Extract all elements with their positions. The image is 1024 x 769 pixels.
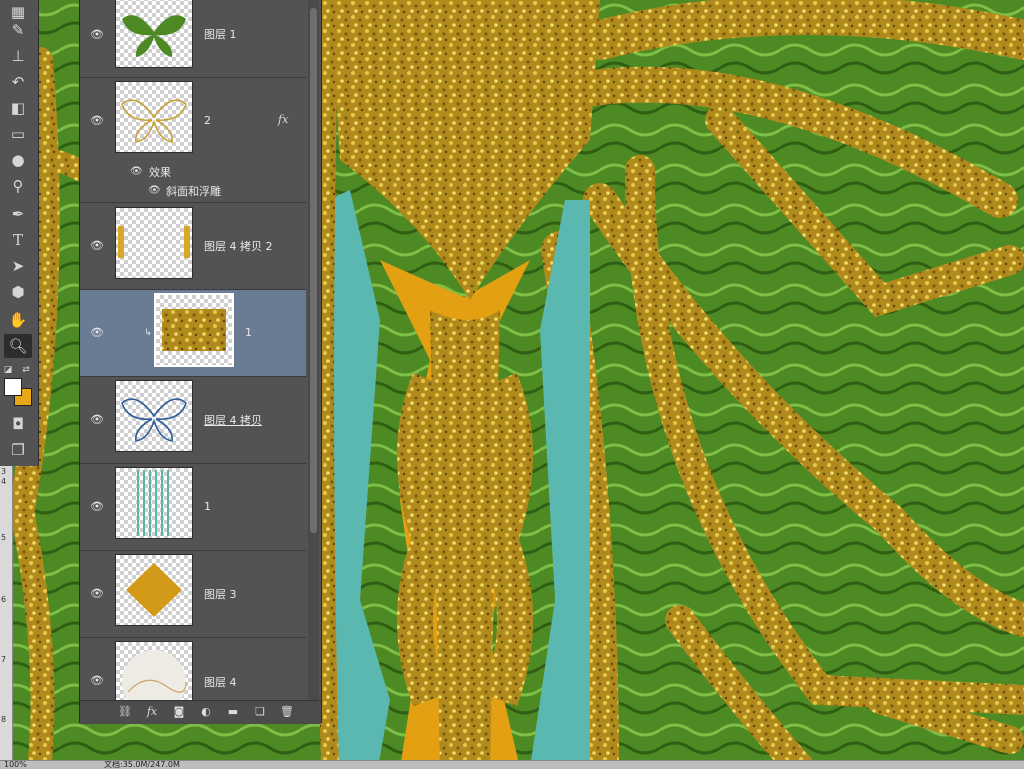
type-icon[interactable]: T — [4, 228, 32, 252]
visibility-eye-icon[interactable]: 👁︎ — [90, 413, 104, 427]
visibility-eye-icon[interactable]: 👁︎ — [90, 674, 104, 688]
layer-thumbnail — [115, 0, 193, 68]
layers-scrollbar[interactable] — [308, 0, 319, 700]
path-select-icon[interactable]: ➤ — [4, 254, 32, 278]
zoom-icon[interactable]: 🔍︎ — [4, 334, 32, 358]
layer-name[interactable]: 图层 4 拷贝 2 — [204, 238, 273, 254]
bevel-eye-icon[interactable]: 👁︎ — [148, 185, 161, 197]
foreground-color-swatch[interactable] — [4, 378, 22, 396]
layer-row[interactable]: 👁︎ 图层 4 拷贝 2 — [80, 203, 306, 290]
tools-panel: ▦ ✎ ⊥ ↶ ◧ ▭ ● ⚲ ✒ T ➤ ⬢ ✋ 🔍︎ ◪ ⇄ ◘ ❐ — [0, 0, 39, 466]
swap-colors-icon[interactable]: ⇄ — [20, 364, 32, 376]
visibility-eye-icon[interactable]: 👁︎ — [90, 500, 104, 514]
layer-name[interactable]: 1 — [245, 326, 252, 339]
layer-row[interactable]: 👁︎ 2 fx 👁︎ 效果 👁︎ 斜面和浮雕 — [80, 78, 306, 203]
default-colors-icon[interactable]: ◪ — [2, 364, 14, 376]
ruler-label: 6 — [1, 595, 7, 604]
layers-panel: 👁︎ 图层 1 👁︎ 2 fx 👁︎ 效果 👁︎ 斜面和浮雕 👁︎ 图层 4 拷… — [79, 0, 322, 724]
layer-row[interactable]: 👁︎ 1 — [80, 464, 306, 551]
ruler-label: 8 — [1, 715, 7, 724]
fx-icon[interactable]: fx — [143, 704, 161, 720]
adjustment-icon[interactable]: ◐ — [197, 704, 215, 720]
visibility-eye-icon[interactable]: 👁︎ — [90, 114, 104, 128]
layer-thumbnail — [115, 467, 193, 539]
gradient-icon[interactable]: ▭ — [4, 122, 32, 146]
layer-fx-icon[interactable]: fx — [278, 113, 288, 126]
layer-name[interactable]: 图层 3 — [204, 586, 237, 602]
vertical-ruler: 3 4 5 6 7 8 — [0, 466, 13, 760]
layers-footer: ⛓ fx ◙ ◐ ▬ ❏ 🗑︎ — [80, 700, 321, 724]
brush-icon[interactable]: ✎ — [4, 18, 32, 42]
layer-name[interactable]: 图层 4 — [204, 674, 237, 690]
mask-icon[interactable]: ◙ — [170, 704, 188, 720]
dodge-icon[interactable]: ⚲ — [4, 174, 32, 198]
eraser-icon[interactable]: ◧ — [4, 96, 32, 120]
visibility-eye-icon[interactable]: 👁︎ — [90, 28, 104, 42]
blur-drop-icon[interactable]: ● — [4, 148, 32, 172]
effect-bevel-emboss[interactable]: 斜面和浮雕 — [166, 183, 221, 199]
visibility-eye-icon[interactable]: 👁︎ — [90, 326, 104, 340]
ruler-label: 3 — [1, 467, 7, 476]
layer-row[interactable]: 👁︎ 图层 1 — [80, 0, 306, 78]
effects-eye-icon[interactable]: 👁︎ — [130, 166, 143, 178]
layer-name[interactable]: 2 — [204, 114, 211, 127]
layer-row-selected[interactable]: 👁︎ ↳ 1 — [80, 290, 306, 377]
layer-name[interactable]: 图层 1 — [204, 26, 237, 42]
layer-thumbnail — [154, 293, 234, 367]
layer-thumbnail — [115, 81, 193, 153]
link-icon[interactable]: ⛓ — [116, 704, 134, 720]
layer-row[interactable]: 👁︎ 图层 4 — [80, 638, 306, 713]
shape-icon[interactable]: ⬢ — [4, 280, 32, 304]
layer-name[interactable]: 1 — [204, 500, 211, 513]
history-brush-icon[interactable]: ↶ — [4, 70, 32, 94]
layer-thumbnail — [115, 380, 193, 452]
stamp-icon[interactable]: ⊥ — [4, 44, 32, 68]
layer-thumbnail — [115, 554, 193, 626]
trash-icon[interactable]: 🗑︎ — [278, 704, 296, 720]
layer-name[interactable]: 图层 4 拷贝 — [204, 412, 262, 428]
quick-mask-icon[interactable]: ◘ — [4, 412, 32, 436]
layer-row[interactable]: 👁︎ 图层 4 拷贝 — [80, 377, 306, 464]
ruler-label: 5 — [1, 533, 7, 542]
folder-icon[interactable]: ▬ — [224, 704, 242, 720]
new-layer-icon[interactable]: ❏ — [251, 704, 269, 720]
screen-mode-icon[interactable]: ❐ — [4, 438, 32, 462]
layer-thumbnail — [115, 207, 193, 279]
ruler-label: 4 — [1, 477, 7, 486]
layer-row[interactable]: 👁︎ 图层 3 — [80, 551, 306, 638]
hand-icon[interactable]: ✋ — [4, 308, 32, 332]
effects-label[interactable]: 效果 — [149, 164, 171, 180]
clipping-arrow-icon: ↳ — [144, 328, 152, 338]
scrollbar-thumb[interactable] — [310, 8, 317, 533]
ruler-label: 7 — [1, 655, 7, 664]
visibility-eye-icon[interactable]: 👁︎ — [90, 239, 104, 253]
visibility-eye-icon[interactable]: 👁︎ — [90, 587, 104, 601]
pen-icon[interactable]: ✒ — [4, 202, 32, 226]
